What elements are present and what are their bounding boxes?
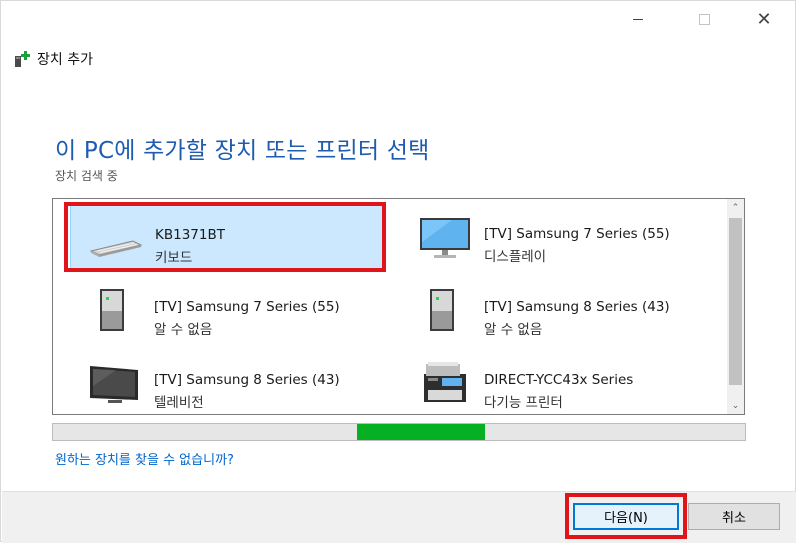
device-type: 알 수 없음 xyxy=(154,322,213,338)
cancel-button[interactable]: 취소 xyxy=(688,503,780,530)
add-device-window: ✕ 장치 추가 이 PC에 추가할 장치 또는 프린터 선택 장치 검색 중 K… xyxy=(0,0,796,543)
device-name: DIRECT-YCC43x Series xyxy=(484,372,634,388)
minimize-button[interactable] xyxy=(615,1,661,37)
close-icon: ✕ xyxy=(756,8,772,30)
scroll-down-button[interactable]: ⌄ xyxy=(727,397,744,414)
close-button[interactable]: ✕ xyxy=(741,1,787,37)
minimize-icon xyxy=(633,18,643,20)
search-status: 장치 검색 중 xyxy=(55,169,118,183)
device-not-found-link[interactable]: 원하는 장치를 찾을 수 없습니까? xyxy=(55,449,234,468)
maximize-icon xyxy=(698,13,710,25)
scroll-thumb[interactable] xyxy=(729,218,742,385)
window-title: 장치 추가 xyxy=(13,49,93,69)
page-title: 이 PC에 추가할 장치 또는 프린터 선택 xyxy=(55,138,430,164)
unknown-device-icon xyxy=(430,289,454,331)
progress-fill xyxy=(357,424,485,440)
device-list: KB1371BT 키보드 [TV] Samsung 7 Series (55) … xyxy=(52,198,745,415)
keyboard-icon xyxy=(89,240,143,257)
add-device-icon xyxy=(15,51,30,67)
device-type: 텔레비전 xyxy=(154,395,204,411)
device-name: [TV] Samsung 7 Series (55) xyxy=(154,299,340,315)
chevron-up-icon: ⌃ xyxy=(731,202,740,213)
unknown-device-icon xyxy=(100,289,124,331)
printer-icon xyxy=(424,362,466,402)
scroll-up-button[interactable]: ⌃ xyxy=(727,199,744,216)
device-name: [TV] Samsung 8 Series (43) xyxy=(154,372,340,388)
device-item-keyboard[interactable]: KB1371BT 키보드 xyxy=(70,204,386,270)
device-item-printer[interactable]: DIRECT-YCC43x Series 다기능 프린터 xyxy=(400,350,716,416)
window-title-text: 장치 추가 xyxy=(37,52,93,68)
footer-bar: 다음(N) 취소 xyxy=(2,491,796,543)
next-button[interactable]: 다음(N) xyxy=(573,503,679,530)
television-icon xyxy=(90,366,138,403)
device-item-unknown-2[interactable]: [TV] Samsung 8 Series (43) 알 수 없음 xyxy=(400,277,716,343)
device-item-display[interactable]: [TV] Samsung 7 Series (55) 디스플레이 xyxy=(400,204,716,270)
monitor-icon xyxy=(420,218,470,258)
device-type: 알 수 없음 xyxy=(484,322,543,338)
maximize-button xyxy=(681,1,727,37)
device-name: [TV] Samsung 8 Series (43) xyxy=(484,299,670,315)
title-bar: ✕ xyxy=(1,1,796,37)
device-type: 다기능 프린터 xyxy=(484,395,563,411)
device-item-television[interactable]: [TV] Samsung 8 Series (43) 텔레비전 xyxy=(70,350,386,416)
search-progress-bar xyxy=(52,423,746,441)
device-list-scrollbar[interactable]: ⌃ ⌄ xyxy=(727,199,744,414)
device-name: [TV] Samsung 7 Series (55) xyxy=(484,226,670,242)
device-type: 디스플레이 xyxy=(484,249,547,265)
chevron-down-icon: ⌄ xyxy=(731,400,740,411)
device-type: 키보드 xyxy=(155,250,193,266)
device-name: KB1371BT xyxy=(155,227,225,243)
device-item-unknown-1[interactable]: [TV] Samsung 7 Series (55) 알 수 없음 xyxy=(70,277,386,343)
